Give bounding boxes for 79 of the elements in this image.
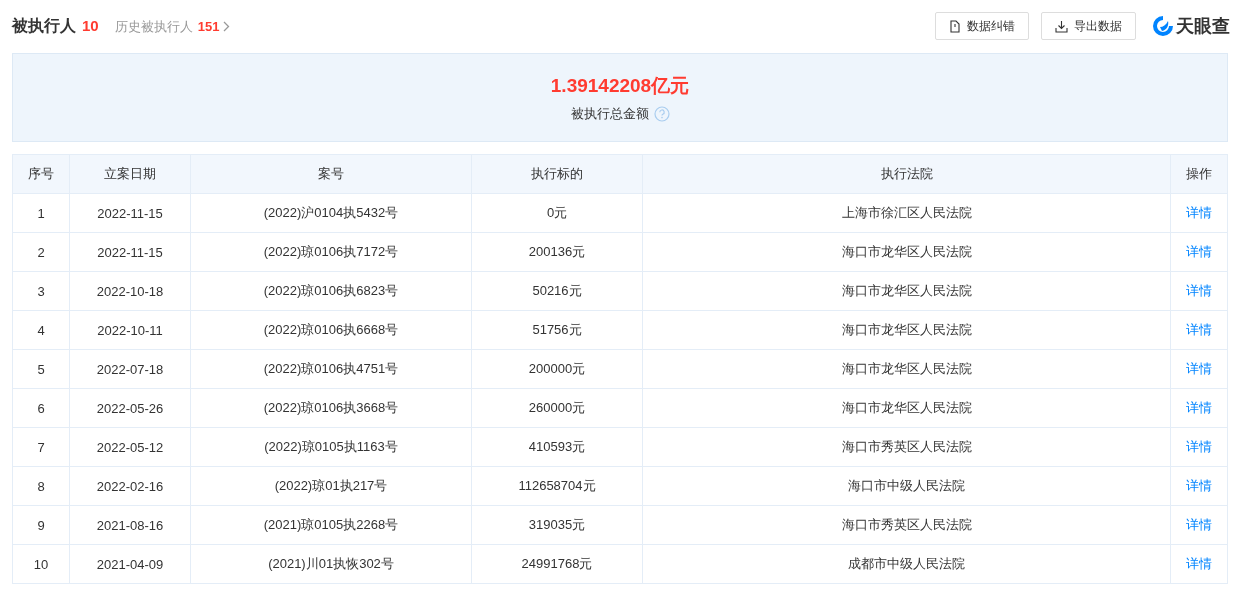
logo-icon: [1152, 15, 1174, 37]
table-cell: 2022-05-12: [69, 427, 191, 467]
table-cell: 4: [12, 310, 70, 350]
details-link[interactable]: 详情: [1186, 439, 1212, 454]
table-cell: 410593元: [471, 427, 643, 467]
total-amount: 1.39142208亿元: [550, 73, 690, 98]
details-link[interactable]: 详情: [1186, 556, 1212, 571]
report-error-button[interactable]: 数据纠错: [935, 12, 1029, 40]
table-cell: (2021)川01执恢302号: [190, 544, 472, 584]
table-cell: 海口市龙华区人民法院: [642, 232, 1171, 272]
table-cell: 7: [12, 427, 70, 467]
table-cell: 9: [12, 505, 70, 545]
details-link[interactable]: 详情: [1186, 244, 1212, 259]
table-cell: 海口市秀英区人民法院: [642, 505, 1171, 545]
logo-text: 天眼查: [1176, 15, 1230, 38]
export-button[interactable]: 导出数据: [1041, 12, 1136, 40]
table-cell: 3: [12, 271, 70, 311]
table-cell: 2022-11-15: [69, 232, 191, 272]
table-cell: (2021)琼0105执2268号: [190, 505, 472, 545]
record-count: 10: [82, 16, 99, 34]
table-cell: 200000元: [471, 349, 643, 389]
table-cell: 24991768元: [471, 544, 643, 584]
column-header: 执行标的: [471, 154, 643, 194]
table-cell: 海口市龙华区人民法院: [642, 310, 1171, 350]
table-cell: 2022-10-18: [69, 271, 191, 311]
table-cell: 2021-04-09: [69, 544, 191, 584]
table-cell: 2022-11-15: [69, 193, 191, 233]
table-cell: 8: [12, 466, 70, 506]
column-header: 执行法院: [642, 154, 1171, 194]
document-icon: [949, 19, 961, 33]
table-cell: (2022)琼0106执4751号: [190, 349, 472, 389]
table-cell: 319035元: [471, 505, 643, 545]
column-header: 案号: [190, 154, 472, 194]
table-cell: 海口市中级人民法院: [642, 466, 1171, 506]
table-cell: 2021-08-16: [69, 505, 191, 545]
column-header: 操作: [1170, 154, 1228, 194]
table-cell: (2022)琼0106执6668号: [190, 310, 472, 350]
details-link[interactable]: 详情: [1186, 400, 1212, 415]
table-cell: 5: [12, 349, 70, 389]
details-link[interactable]: 详情: [1186, 478, 1212, 493]
table-cell: 2022-05-26: [69, 388, 191, 428]
table-cell: 10: [12, 544, 70, 584]
table-cell: 200136元: [471, 232, 643, 272]
table-cell: 2022-07-18: [69, 349, 191, 389]
table-cell: 海口市秀英区人民法院: [642, 427, 1171, 467]
table-cell: 2022-02-16: [69, 466, 191, 506]
table-cell: 6: [12, 388, 70, 428]
column-header: 序号: [12, 154, 70, 194]
details-link[interactable]: 详情: [1186, 517, 1212, 532]
table-cell: 2022-10-11: [69, 310, 191, 350]
details-link[interactable]: 详情: [1186, 283, 1212, 298]
section-title: 被执行人: [12, 15, 76, 36]
table-cell: (2022)琼0106执3668号: [190, 388, 472, 428]
table-cell: 112658704元: [471, 466, 643, 506]
total-label: 被执行总金额: [570, 104, 649, 123]
details-link[interactable]: 详情: [1186, 361, 1212, 376]
table-cell: 1: [12, 193, 70, 233]
details-link[interactable]: 详情: [1186, 322, 1212, 337]
table-cell: 260000元: [471, 388, 643, 428]
table-cell: 0元: [471, 193, 643, 233]
details-link[interactable]: 详情: [1186, 205, 1212, 220]
download-icon: [1055, 19, 1068, 33]
chevron-right-icon: [223, 21, 231, 32]
table-cell: 海口市龙华区人民法院: [642, 388, 1171, 428]
table-cell: 成都市中级人民法院: [642, 544, 1171, 584]
column-header: 立案日期: [69, 154, 191, 194]
table-cell: 海口市龙华区人民法院: [642, 349, 1171, 389]
help-icon[interactable]: [653, 105, 670, 122]
table-cell: (2022)琼0106执6823号: [190, 271, 472, 311]
table-cell: 海口市龙华区人民法院: [642, 271, 1171, 311]
table-cell: 51756元: [471, 310, 643, 350]
table-cell: (2022)琼01执217号: [190, 466, 472, 506]
table-cell: (2022)沪0104执5432号: [190, 193, 472, 233]
table-cell: (2022)琼0105执1163号: [190, 427, 472, 467]
table-cell: 2: [12, 232, 70, 272]
table-cell: 50216元: [471, 271, 643, 311]
table-cell: 上海市徐汇区人民法院: [642, 193, 1171, 233]
table-cell: (2022)琼0106执7172号: [190, 232, 472, 272]
history-link[interactable]: 历史被执行人 151: [114, 17, 231, 36]
